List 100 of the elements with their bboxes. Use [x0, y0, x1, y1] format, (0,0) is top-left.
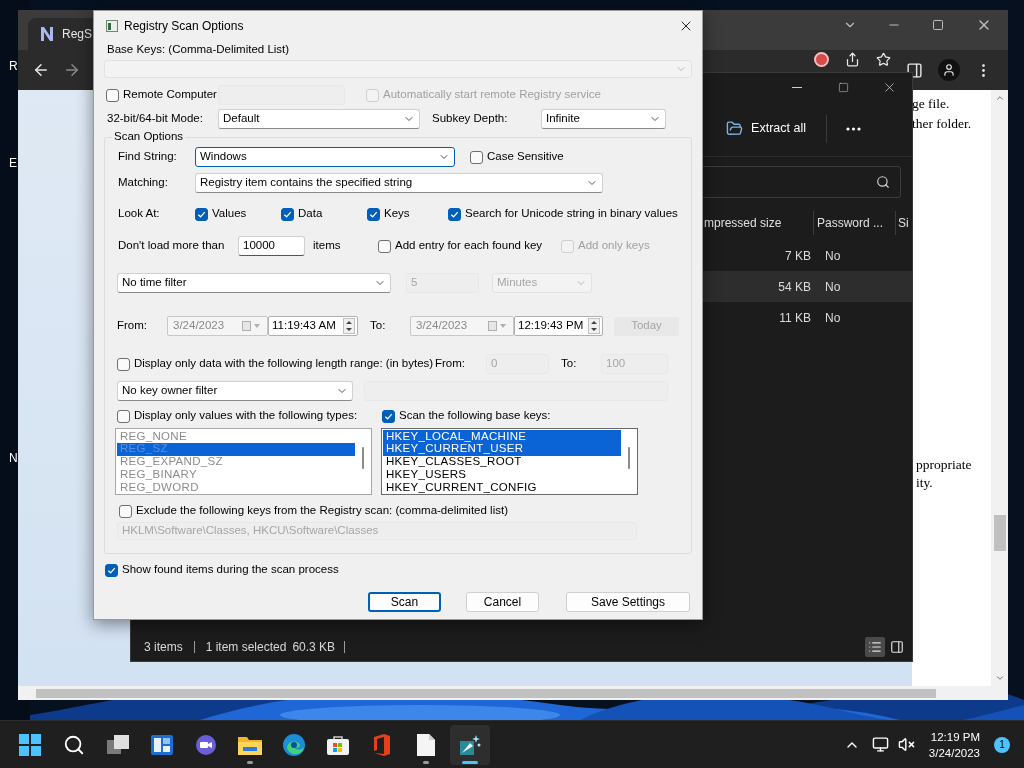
spinner-icon — [588, 318, 600, 334]
vertical-scrollbar[interactable] — [991, 90, 1008, 686]
column-header[interactable]: Password ... — [814, 214, 895, 232]
checkbox[interactable] — [106, 88, 119, 102]
field-label: From: — [435, 358, 467, 370]
field-label: Don't load more than — [117, 240, 226, 252]
scroll-up-icon[interactable] — [994, 93, 1005, 103]
checkbox-label[interactable]: Add entry for each found key — [395, 240, 543, 252]
checkbox-label[interactable]: Keys — [384, 208, 410, 220]
page-text: ge file. — [912, 95, 951, 113]
more-icon — [845, 126, 861, 131]
scrollbar-thumb[interactable] — [993, 515, 1006, 551]
clock-time[interactable]: 12:19 PM — [930, 728, 980, 745]
calendar-icon — [488, 321, 508, 331]
monitor-icon[interactable] — [871, 736, 889, 753]
field-label: Subkey Depth: — [432, 113, 509, 125]
scrollbar-thumb[interactable] — [628, 447, 630, 469]
checkbox-label[interactable]: Values — [212, 208, 247, 220]
desktop-icon-label[interactable]: R — [0, 60, 18, 72]
task-view-icon — [106, 733, 130, 756]
page-text: ity. — [915, 474, 934, 492]
checkbox-label[interactable]: Scan the following base keys: — [399, 410, 551, 422]
field-label: Look At: — [117, 208, 161, 220]
share-icon[interactable] — [845, 51, 860, 67]
profile-icon[interactable] — [938, 59, 960, 81]
details-view-button[interactable] — [865, 637, 885, 657]
field-label: items — [313, 240, 342, 252]
desktop-icon-label[interactable]: N — [0, 452, 18, 464]
table-cell-text: No — [825, 278, 842, 296]
dropdown[interactable]: Default — [218, 109, 420, 129]
list-item[interactable]: HKEY_CLASSES_ROOT — [383, 455, 621, 469]
time-picker[interactable]: 12:19:43 PM — [514, 316, 603, 336]
star-icon[interactable] — [876, 51, 891, 67]
maximize-icon — [837, 81, 849, 93]
checkbox[interactable] — [470, 150, 483, 164]
tab-title: RegS — [62, 26, 93, 43]
table-cell-text: No — [825, 247, 842, 265]
field-label: Matching: — [117, 177, 169, 189]
field-label: 32-bit/64-bit Mode: — [107, 113, 204, 125]
chat-bubble-icon — [194, 733, 218, 756]
checkbox-label[interactable]: Data — [298, 208, 323, 220]
shopping-bag-icon — [326, 733, 350, 756]
clock-date[interactable]: 3/24/2023 — [928, 744, 980, 761]
app-window-icon — [106, 20, 118, 32]
find-string-combo[interactable]: Windows — [195, 147, 455, 167]
list-item[interactable]: HKEY_CURRENT_CONFIG — [383, 481, 621, 494]
checkbox-label[interactable]: Show found items during the scan process — [122, 564, 339, 576]
table-cell-text: 11 KB — [778, 309, 811, 327]
field-label: Find String: — [117, 151, 178, 163]
field-label: To: — [561, 358, 578, 370]
field-label: From: — [117, 320, 149, 332]
extract-all-button[interactable]: Extract all — [720, 112, 812, 145]
checkbox-label[interactable]: Case Sensitive — [487, 151, 564, 163]
dropdown[interactable]: Registry item contains the specified string — [195, 173, 603, 193]
muted-speaker-icon[interactable] — [897, 736, 915, 753]
taskbar-button[interactable] — [450, 724, 490, 765]
panel-icon — [890, 640, 904, 654]
checkbox[interactable] — [281, 207, 294, 221]
dialog-button[interactable]: Cancel — [466, 592, 539, 612]
forward-arrow-icon[interactable] — [63, 61, 81, 79]
minimize-icon — [792, 86, 802, 88]
tab-favicon-icon — [40, 26, 54, 42]
calendar-icon — [242, 321, 262, 331]
table-cell-text: 7 KB — [784, 247, 811, 265]
maximize-icon[interactable] — [932, 19, 944, 31]
time-picker[interactable]: 11:19:43 AM — [268, 316, 358, 336]
column-header[interactable]: Si — [896, 214, 912, 232]
scroll-down-icon[interactable] — [994, 673, 1005, 683]
field-label: To: — [370, 320, 387, 332]
list-item[interactable]: HKEY_USERS — [383, 468, 621, 482]
column-header[interactable]: mpressed size — [700, 214, 813, 232]
checkbox[interactable] — [195, 207, 208, 221]
widgets-icon — [150, 733, 174, 756]
checkbox[interactable] — [378, 239, 391, 253]
page-text: ther folder. — [912, 115, 973, 133]
list-item[interactable]: HKEY_LOCAL_MACHINE — [383, 430, 621, 443]
group-title: Scan Options — [112, 131, 186, 143]
max-items-field[interactable]: 10000 — [238, 236, 305, 256]
owner-filter-dropdown[interactable]: No key owner filter — [117, 381, 353, 401]
status-text: 1 item selected — [205, 639, 287, 656]
page-text: ppropriate — [915, 456, 973, 474]
dropdown[interactable]: Infinite — [541, 109, 666, 129]
checkbox[interactable] — [367, 207, 380, 221]
notification-badge[interactable]: 1 — [994, 736, 1010, 753]
checkbox-label[interactable]: Remote Computer: — [123, 89, 221, 101]
window-title: Registry Scan Options — [124, 18, 244, 35]
horizontal-scrollbar[interactable] — [18, 686, 1008, 700]
search-icon — [63, 733, 85, 756]
list-icon — [868, 640, 882, 654]
extension-icon[interactable] — [814, 51, 829, 67]
list-box[interactable]: HKEY_LOCAL_MACHINE HKEY_CURRENT_USER HKEY_CLASSES_ROOT HKEY_USERS HKEY_CURRENT_CONFIG — [381, 428, 638, 495]
search-icon — [876, 175, 890, 189]
checkbox-label[interactable]: Search for Unicode string in binary values — [465, 208, 678, 220]
desktop-icon-label[interactable]: E — [0, 157, 18, 169]
checkbox[interactable] — [448, 207, 461, 221]
checkbox[interactable] — [382, 409, 395, 423]
checkbox[interactable] — [105, 563, 118, 577]
dialog-button[interactable]: Save Settings — [566, 592, 690, 612]
dialog-button[interactable]: Scan — [368, 592, 441, 612]
field-label: Base Keys: (Comma-Delimited List) — [107, 44, 290, 56]
